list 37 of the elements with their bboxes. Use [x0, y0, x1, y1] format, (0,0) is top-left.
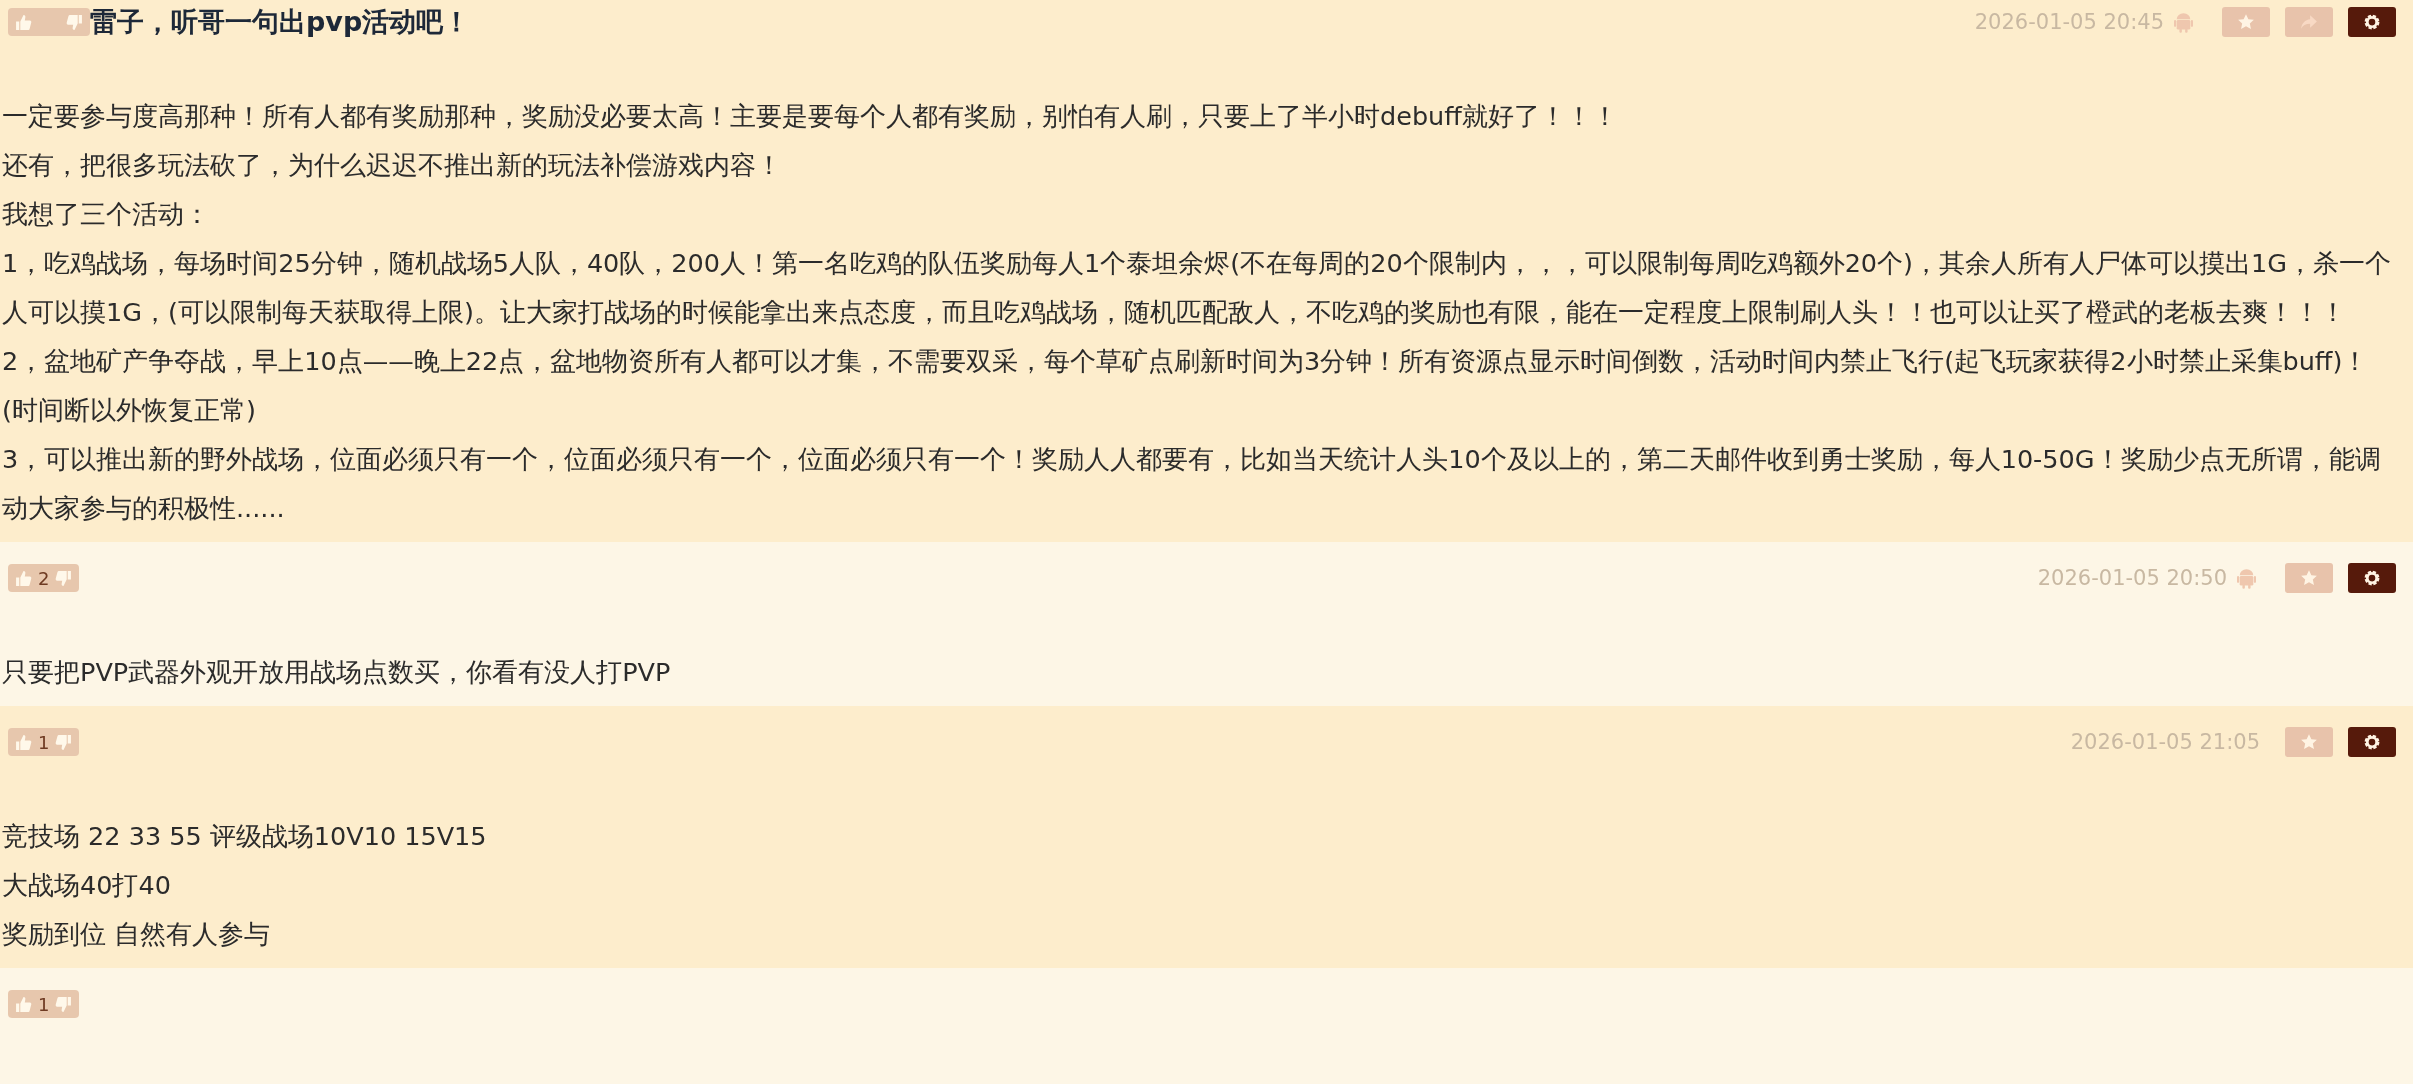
star-icon	[2300, 733, 2318, 751]
settings-icon	[2363, 569, 2381, 587]
vote-count: 1	[38, 993, 50, 1015]
thumbs-up-icon[interactable]	[15, 13, 32, 31]
settings-icon	[2363, 13, 2381, 31]
thumbs-up-icon[interactable]	[15, 995, 32, 1013]
timestamp: 2026-01-05 20:50	[2037, 566, 2227, 590]
post-paragraph: 3，可以推出新的野外战场，位面必须只有一个，位面必须只有一个，位面必须只有一个！奖励人人都要有，比如当天统计人头10个及以上的，第二天邮件收到勇士奖励，每人10-50G！奖励少点无所谓，能调动大家参与的积极性......	[2, 443, 2382, 525]
settings-button[interactable]	[2348, 563, 2396, 593]
post-paragraph: 只要把PVP武器外观开放用战场点数买，你看有没人打PVP	[2, 656, 672, 689]
star-button[interactable]	[2222, 7, 2270, 37]
settings-icon	[2363, 733, 2381, 751]
arrow-icon	[2300, 13, 2318, 31]
settings-button[interactable]	[2348, 7, 2396, 37]
post-paragraph: 我想了三个活动：	[2, 198, 211, 231]
post-paragraph: 2，盆地矿产争夺战，早上10点——晚上22点，盆地物资所有人都可以才集，不需要双采，每个草矿点刷新时间为3分钟！所有资源点显示时间倒数，活动时间内禁止飞行(起飞玩家获得2小时禁止采集buff)！(时间断以外恢复正常)	[2, 345, 2370, 427]
thumbs-down-icon[interactable]	[55, 733, 73, 751]
vote-count: 2	[38, 567, 50, 589]
share-button[interactable]	[2285, 7, 2333, 37]
thumbs-down-icon[interactable]	[55, 569, 73, 587]
vote-count: 1	[38, 731, 50, 753]
settings-button[interactable]	[2348, 727, 2396, 757]
star-icon	[2300, 569, 2318, 587]
star-button[interactable]	[2285, 563, 2333, 593]
thumbs-up-icon[interactable]	[15, 569, 32, 587]
thumbs-down-icon[interactable]	[55, 995, 73, 1013]
star-button[interactable]	[2285, 727, 2333, 757]
post-paragraph: 竞技场 22 33 55 评级战场10V10 15V15	[2, 820, 488, 853]
post-paragraph: 还有，把很多玩法砍了，为什么迟迟不推出新的玩法补偿游戏内容！	[2, 149, 783, 182]
post-paragraph: 1，吃鸡战场，每场时间25分钟，随机战场5人队，40队，200人！第一名吃鸡的队伍奖励每人1个泰坦余烬(不在每周的20个限制内，，，可以限制每周吃鸡额外20个)，其余人所有人尸体可以摸出1G，杀一个人可以摸1G，(可以限制每天获取得上限)。让大家打战场的时候能拿出来点态度，而且吃鸡战场，随机匹配敌人，不吃鸡的奖励也有限，能在一定程度上限制刷人头！！也可以让买了橙武的老板去爽！！！	[2, 247, 2392, 329]
post-paragraph: 一定要参与度高那种！所有人都有奖励那种，奖励没必要太高！主要是要每个人都有奖励，别怕有人刷，只要上了半小时debuff就好了！！！	[2, 100, 1619, 133]
star-icon	[2237, 13, 2255, 31]
post-paragraph: 奖励到位 自然有人参与	[2, 918, 272, 951]
post-title: 雷子，听哥一句出pvp活动吧！	[90, 5, 471, 39]
thumbs-up-icon[interactable]	[15, 733, 32, 751]
thumbs-down-icon[interactable]	[66, 13, 83, 31]
post-paragraph: 大战场40打40	[2, 869, 172, 902]
